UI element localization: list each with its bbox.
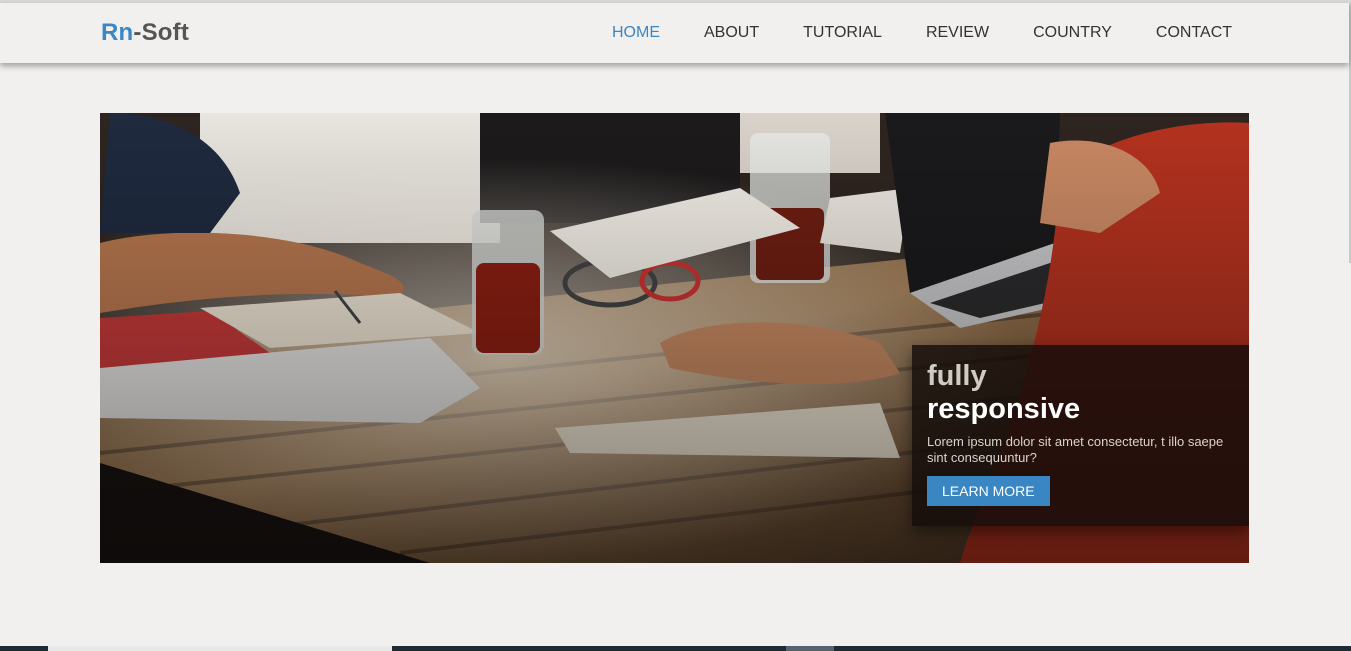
caption-title-line-2: responsive (927, 393, 1081, 425)
brand-logo[interactable]: Rn-Soft (101, 19, 189, 47)
nav-item-about[interactable]: ABOUT (682, 3, 781, 63)
nav-item-country[interactable]: COUNTRY (1011, 3, 1134, 63)
navbar: Rn-Soft HOME ABOUT TUTORIAL REVIEW COUNT… (0, 3, 1349, 63)
brand-part-2: -Soft (133, 19, 190, 46)
caption-title-line-1: fully (927, 360, 987, 392)
next-section-edge-light (48, 646, 392, 651)
caption-text: Lorem ipsum dolor sit amet consectetur, … (927, 434, 1224, 465)
main-nav: HOME ABOUT TUTORIAL REVIEW COUNTRY CONTA… (590, 3, 1254, 63)
nav-item-contact[interactable]: CONTACT (1134, 3, 1254, 63)
brand-part-1: Rn (101, 19, 134, 46)
hero-caption: fully responsive Lorem ipsum dolor sit a… (912, 345, 1249, 526)
nav-item-home[interactable]: HOME (590, 3, 682, 63)
hero-slider: fully responsive Lorem ipsum dolor sit a… (100, 113, 1249, 563)
next-section-edge (0, 646, 1351, 651)
nav-item-review[interactable]: REVIEW (904, 3, 1011, 63)
nav-item-tutorial[interactable]: TUTORIAL (781, 3, 904, 63)
learn-more-button[interactable]: LEARN MORE (927, 476, 1050, 506)
next-section-edge-mid (786, 646, 834, 651)
